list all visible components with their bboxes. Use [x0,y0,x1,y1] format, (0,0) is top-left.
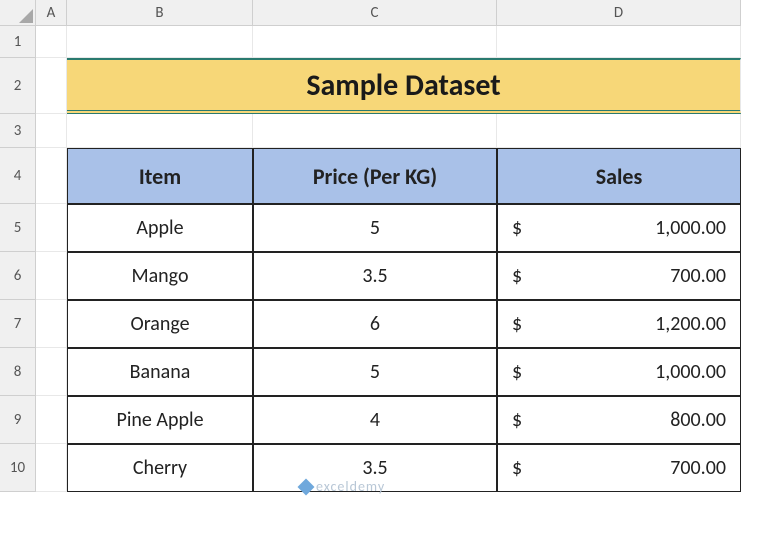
currency-symbol: $ [512,360,522,384]
cell-B1[interactable] [67,26,253,58]
table-cell-sales[interactable]: $ 700.00 [497,252,741,300]
row-header-8[interactable]: 8 [0,348,36,396]
cell-A7[interactable] [36,300,67,348]
currency-symbol: $ [512,408,522,432]
table-cell-price[interactable]: 3.5 [253,444,497,492]
table-cell-item[interactable]: Apple [67,204,253,252]
sales-amount: 1,000.00 [655,216,726,240]
table-cell-item[interactable]: Banana [67,348,253,396]
cell-A4[interactable] [36,148,67,204]
spreadsheet-grid: A B C D 1 2 Sample Dataset 3 4 Item Pric… [0,0,767,492]
table-cell-sales[interactable]: $ 1,000.00 [497,348,741,396]
table-header-price[interactable]: Price (Per KG) [253,148,497,204]
currency-symbol: $ [512,216,522,240]
sales-amount: 800.00 [670,408,726,432]
row-header-2[interactable]: 2 [0,58,36,114]
cell-A10[interactable] [36,444,67,492]
currency-symbol: $ [512,312,522,336]
sales-amount: 1,000.00 [655,360,726,384]
table-cell-price[interactable]: 4 [253,396,497,444]
col-header-C[interactable]: C [253,0,497,26]
cell-C3[interactable] [253,114,497,148]
table-cell-sales[interactable]: $ 700.00 [497,444,741,492]
table-cell-sales[interactable]: $ 1,200.00 [497,300,741,348]
cell-D3[interactable] [497,114,741,148]
table-header-item[interactable]: Item [67,148,253,204]
row-header-9[interactable]: 9 [0,396,36,444]
table-cell-item[interactable]: Pine Apple [67,396,253,444]
cell-A1[interactable] [36,26,67,58]
row-header-3[interactable]: 3 [0,114,36,148]
col-header-B[interactable]: B [67,0,253,26]
table-cell-item[interactable]: Orange [67,300,253,348]
table-cell-price[interactable]: 5 [253,204,497,252]
cell-A2[interactable] [36,58,67,114]
cell-A5[interactable] [36,204,67,252]
table-cell-price[interactable]: 5 [253,348,497,396]
sales-amount: 700.00 [670,456,726,480]
col-header-D[interactable]: D [497,0,741,26]
currency-symbol: $ [512,456,522,480]
table-cell-sales[interactable]: $ 1,000.00 [497,204,741,252]
cell-A9[interactable] [36,396,67,444]
cell-A8[interactable] [36,348,67,396]
row-header-6[interactable]: 6 [0,252,36,300]
table-cell-sales[interactable]: $ 800.00 [497,396,741,444]
table-cell-price[interactable]: 3.5 [253,252,497,300]
cell-B3[interactable] [67,114,253,148]
cell-A6[interactable] [36,252,67,300]
row-header-7[interactable]: 7 [0,300,36,348]
cell-A3[interactable] [36,114,67,148]
row-header-4[interactable]: 4 [0,148,36,204]
cell-D1[interactable] [497,26,741,58]
title-cell[interactable]: Sample Dataset [67,58,741,114]
sales-amount: 1,200.00 [655,312,726,336]
row-header-10[interactable]: 10 [0,444,36,492]
select-all-corner[interactable] [0,0,36,26]
row-header-1[interactable]: 1 [0,26,36,58]
row-header-5[interactable]: 5 [0,204,36,252]
col-header-A[interactable]: A [36,0,67,26]
currency-symbol: $ [512,264,522,288]
table-cell-price[interactable]: 6 [253,300,497,348]
cell-C1[interactable] [253,26,497,58]
table-cell-item[interactable]: Mango [67,252,253,300]
sales-amount: 700.00 [670,264,726,288]
table-header-sales[interactable]: Sales [497,148,741,204]
table-cell-item[interactable]: Cherry [67,444,253,492]
